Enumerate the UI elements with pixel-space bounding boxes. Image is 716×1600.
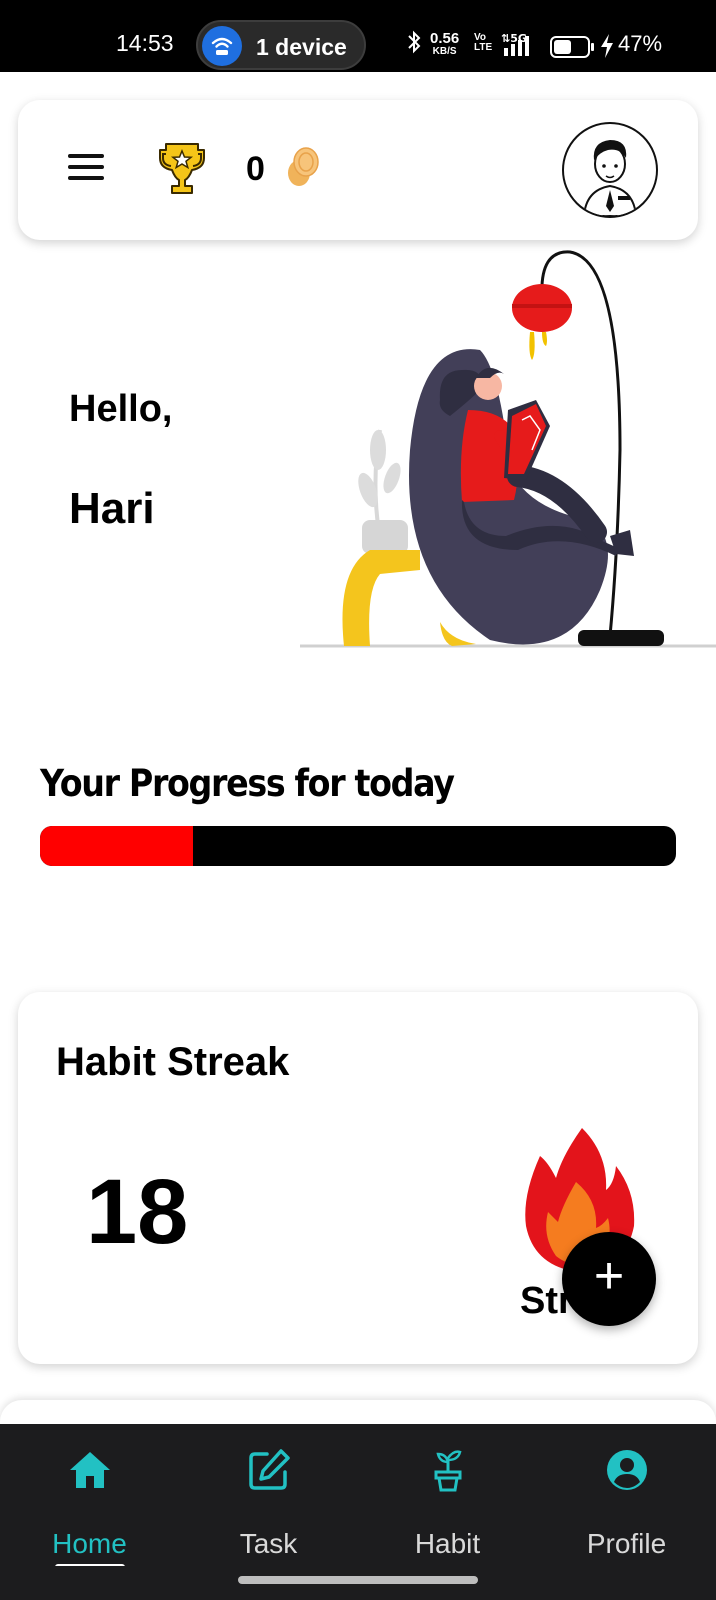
add-button[interactable]: + bbox=[562, 1232, 656, 1326]
coin-count: 0 bbox=[246, 150, 265, 188]
streak-title: Habit Streak bbox=[56, 1040, 290, 1084]
nav-label-task: Task bbox=[239, 1528, 298, 1559]
nav-item-habit[interactable]: Habit bbox=[358, 1424, 537, 1566]
gesture-bar[interactable] bbox=[238, 1576, 478, 1584]
status-bar: 14:53 1 device 0.56 KB/S Vo LTE ⇅5G 47% bbox=[0, 0, 716, 72]
nav-label-profile: Profile bbox=[586, 1528, 667, 1559]
nav-item-profile[interactable]: Profile bbox=[537, 1424, 716, 1566]
battery-icon bbox=[550, 36, 594, 58]
net-speed-value: 0.56 bbox=[430, 30, 460, 47]
net-speed-unit: KB/S bbox=[432, 46, 457, 57]
streak-count: 18 bbox=[86, 1161, 189, 1263]
greeting-name: Hari bbox=[69, 484, 155, 533]
trophy-icon[interactable] bbox=[158, 140, 206, 196]
coin-icon bbox=[288, 147, 319, 186]
avatar[interactable] bbox=[562, 122, 658, 218]
reading-woman-illustration bbox=[300, 250, 716, 648]
nav-item-home[interactable]: Home bbox=[0, 1424, 179, 1570]
net-speed: 0.56 KB/S bbox=[430, 30, 460, 57]
status-time: 14:53 bbox=[116, 30, 174, 56]
hotspot-pill[interactable]: 1 device bbox=[196, 20, 366, 70]
bluetooth-icon bbox=[408, 30, 421, 54]
profile-icon bbox=[607, 1450, 647, 1490]
header-card: 0 bbox=[18, 100, 698, 240]
plant-icon bbox=[434, 1450, 462, 1492]
hamburger-menu-icon[interactable] bbox=[68, 152, 106, 184]
nav-label-home: Home bbox=[52, 1528, 127, 1559]
hotspot-label: 1 device bbox=[256, 34, 347, 60]
home-icon bbox=[70, 1452, 110, 1488]
svg-text:⇅5G: ⇅5G bbox=[501, 32, 527, 45]
avatar-icon bbox=[582, 140, 638, 216]
volte-indicator: Vo LTE bbox=[474, 33, 492, 53]
progress-fill bbox=[40, 826, 193, 866]
gesture-area bbox=[0, 1566, 716, 1600]
nav-label-habit: Habit bbox=[414, 1528, 481, 1559]
charging-icon bbox=[601, 34, 613, 58]
volte-bottom: LTE bbox=[474, 42, 493, 53]
greeting-hello: Hello, bbox=[69, 388, 173, 430]
nav-item-task[interactable]: Task bbox=[179, 1424, 358, 1566]
status-icons: 0.56 KB/S Vo LTE ⇅5G 47% bbox=[406, 28, 706, 58]
wifi-icon bbox=[202, 26, 242, 66]
progress-title: Your Progress for today bbox=[40, 762, 455, 805]
battery-percent: 47% bbox=[618, 31, 663, 56]
progress-bar bbox=[40, 826, 676, 866]
signal-icon: ⇅5G bbox=[501, 32, 529, 56]
bottom-nav: Home Task Habit Profile bbox=[0, 1424, 716, 1570]
edit-icon bbox=[249, 1449, 290, 1490]
